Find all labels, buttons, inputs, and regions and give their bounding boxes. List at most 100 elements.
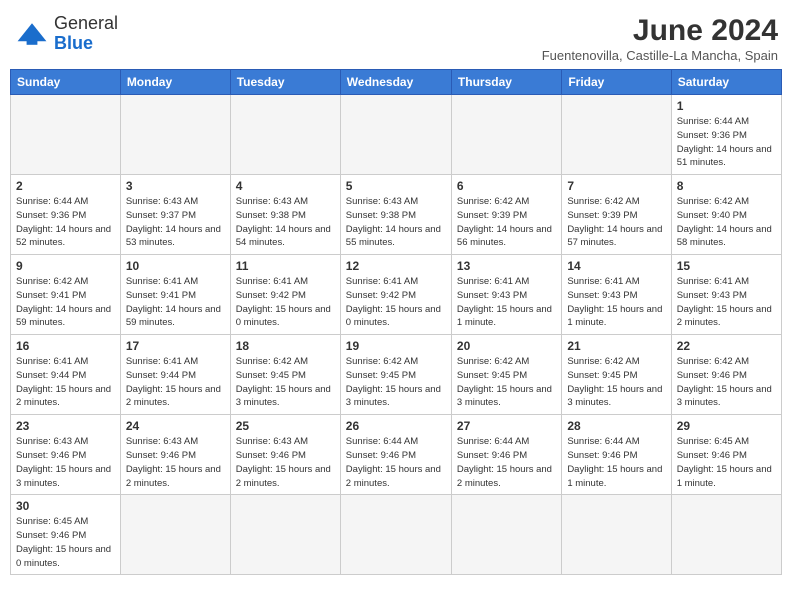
day-cell xyxy=(340,95,451,175)
logo-text: General Blue xyxy=(54,14,118,54)
day-number: 10 xyxy=(126,259,225,273)
day-info: Sunrise: 6:43 AM Sunset: 9:37 PM Dayligh… xyxy=(126,195,225,250)
day-number: 2 xyxy=(16,179,115,193)
day-cell: 22 Sunrise: 6:42 AM Sunset: 9:46 PM Dayli… xyxy=(671,335,781,415)
day-info: Sunrise: 6:42 AM Sunset: 9:45 PM Dayligh… xyxy=(346,355,446,410)
day-cell: 9 Sunrise: 6:42 AM Sunset: 9:41 PM Daylig… xyxy=(11,255,121,335)
day-cell xyxy=(120,95,230,175)
day-cell xyxy=(451,495,561,575)
day-cell: 18Sunrise: 6:42 AM Sunset: 9:45 PM Dayli… xyxy=(230,335,340,415)
day-cell: 4 Sunrise: 6:43 AM Sunset: 9:38 PM Daylig… xyxy=(230,175,340,255)
day-cell xyxy=(451,95,561,175)
day-cell: 28Sunrise: 6:44 AM Sunset: 9:46 PM Dayli… xyxy=(562,415,671,495)
day-info: Sunrise: 6:41 AM Sunset: 9:42 PM Dayligh… xyxy=(236,275,335,330)
day-cell: 8Sunrise: 6:42 AM Sunset: 9:40 PM Daylig… xyxy=(671,175,781,255)
weekday-header-saturday: Saturday xyxy=(671,70,781,95)
day-info: Sunrise: 6:41 AM Sunset: 9:43 PM Dayligh… xyxy=(677,275,776,330)
weekday-header-monday: Monday xyxy=(120,70,230,95)
page-header: General Blue June 2024 Fuentenovilla, Ca… xyxy=(10,10,782,63)
calendar-title: June 2024 xyxy=(542,14,778,48)
day-info: Sunrise: 6:41 AM Sunset: 9:44 PM Dayligh… xyxy=(126,355,225,410)
day-number: 29 xyxy=(677,419,776,433)
day-cell: 10Sunrise: 6:41 AM Sunset: 9:41 PM Dayli… xyxy=(120,255,230,335)
day-cell: 30Sunrise: 6:45 AM Sunset: 9:46 PM Dayli… xyxy=(11,495,121,575)
day-number: 17 xyxy=(126,339,225,353)
day-cell: 5 Sunrise: 6:43 AM Sunset: 9:38 PM Daylig… xyxy=(340,175,451,255)
day-cell: 21 Sunrise: 6:42 AM Sunset: 9:45 PM Dayli… xyxy=(562,335,671,415)
day-number: 19 xyxy=(346,339,446,353)
week-row-3: 9 Sunrise: 6:42 AM Sunset: 9:41 PM Daylig… xyxy=(11,255,782,335)
logo-icon xyxy=(14,16,50,52)
day-info: Sunrise: 6:43 AM Sunset: 9:46 PM Dayligh… xyxy=(126,435,225,490)
day-number: 5 xyxy=(346,179,446,193)
day-number: 11 xyxy=(236,259,335,273)
day-number: 22 xyxy=(677,339,776,353)
day-number: 14 xyxy=(567,259,665,273)
day-info: Sunrise: 6:42 AM Sunset: 9:45 PM Dayligh… xyxy=(567,355,665,410)
day-info: Sunrise: 6:42 AM Sunset: 9:40 PM Dayligh… xyxy=(677,195,776,250)
day-cell: 1 Sunrise: 6:44 AM Sunset: 9:36 PM Daylig… xyxy=(671,95,781,175)
day-number: 23 xyxy=(16,419,115,433)
day-cell xyxy=(230,95,340,175)
day-cell: 15 Sunrise: 6:41 AM Sunset: 9:43 PM Dayli… xyxy=(671,255,781,335)
day-cell xyxy=(120,495,230,575)
week-row-6: 30Sunrise: 6:45 AM Sunset: 9:46 PM Dayli… xyxy=(11,495,782,575)
day-cell: 25 Sunrise: 6:43 AM Sunset: 9:46 PM Dayli… xyxy=(230,415,340,495)
day-number: 13 xyxy=(457,259,556,273)
weekday-header-tuesday: Tuesday xyxy=(230,70,340,95)
day-cell: 23Sunrise: 6:43 AM Sunset: 9:46 PM Dayli… xyxy=(11,415,121,495)
day-info: Sunrise: 6:43 AM Sunset: 9:38 PM Dayligh… xyxy=(236,195,335,250)
day-number: 4 xyxy=(236,179,335,193)
day-cell: 6Sunrise: 6:42 AM Sunset: 9:39 PM Daylig… xyxy=(451,175,561,255)
day-cell: 29 Sunrise: 6:45 AM Sunset: 9:46 PM Dayli… xyxy=(671,415,781,495)
day-number: 12 xyxy=(346,259,446,273)
day-number: 9 xyxy=(16,259,115,273)
day-cell xyxy=(562,95,671,175)
day-cell xyxy=(230,495,340,575)
day-info: Sunrise: 6:44 AM Sunset: 9:36 PM Dayligh… xyxy=(16,195,115,250)
week-row-4: 16 Sunrise: 6:41 AM Sunset: 9:44 PM Dayli… xyxy=(11,335,782,415)
weekday-header-wednesday: Wednesday xyxy=(340,70,451,95)
day-number: 28 xyxy=(567,419,665,433)
day-cell: 13 Sunrise: 6:41 AM Sunset: 9:43 PM Dayli… xyxy=(451,255,561,335)
day-info: Sunrise: 6:44 AM Sunset: 9:46 PM Dayligh… xyxy=(457,435,556,490)
day-number: 24 xyxy=(126,419,225,433)
day-cell: 24 Sunrise: 6:43 AM Sunset: 9:46 PM Dayli… xyxy=(120,415,230,495)
day-cell: 2 Sunrise: 6:44 AM Sunset: 9:36 PM Daylig… xyxy=(11,175,121,255)
weekday-header-friday: Friday xyxy=(562,70,671,95)
day-info: Sunrise: 6:41 AM Sunset: 9:43 PM Dayligh… xyxy=(567,275,665,330)
day-info: Sunrise: 6:42 AM Sunset: 9:45 PM Dayligh… xyxy=(236,355,335,410)
day-cell: 12Sunrise: 6:41 AM Sunset: 9:42 PM Dayli… xyxy=(340,255,451,335)
day-info: Sunrise: 6:43 AM Sunset: 9:38 PM Dayligh… xyxy=(346,195,446,250)
day-number: 16 xyxy=(16,339,115,353)
day-info: Sunrise: 6:41 AM Sunset: 9:43 PM Dayligh… xyxy=(457,275,556,330)
day-cell xyxy=(562,495,671,575)
day-cell xyxy=(671,495,781,575)
weekday-header-thursday: Thursday xyxy=(451,70,561,95)
logo: General Blue xyxy=(14,14,118,54)
day-info: Sunrise: 6:44 AM Sunset: 9:36 PM Dayligh… xyxy=(677,115,776,170)
day-number: 7 xyxy=(567,179,665,193)
day-info: Sunrise: 6:42 AM Sunset: 9:39 PM Dayligh… xyxy=(457,195,556,250)
day-info: Sunrise: 6:42 AM Sunset: 9:46 PM Dayligh… xyxy=(677,355,776,410)
day-info: Sunrise: 6:42 AM Sunset: 9:41 PM Dayligh… xyxy=(16,275,115,330)
day-cell: 16Sunrise: 6:41 AM Sunset: 9:44 PM Dayli… xyxy=(11,335,121,415)
day-number: 3 xyxy=(126,179,225,193)
day-number: 26 xyxy=(346,419,446,433)
day-number: 25 xyxy=(236,419,335,433)
day-info: Sunrise: 6:43 AM Sunset: 9:46 PM Dayligh… xyxy=(236,435,335,490)
day-info: Sunrise: 6:42 AM Sunset: 9:39 PM Dayligh… xyxy=(567,195,665,250)
day-cell: 26 Sunrise: 6:44 AM Sunset: 9:46 PM Dayli… xyxy=(340,415,451,495)
calendar-subtitle: Fuentenovilla, Castille-La Mancha, Spain xyxy=(542,48,778,63)
day-number: 1 xyxy=(677,99,776,113)
weekday-header-row: SundayMondayTuesdayWednesdayThursdayFrid… xyxy=(11,70,782,95)
day-number: 21 xyxy=(567,339,665,353)
title-block: June 2024 Fuentenovilla, Castille-La Man… xyxy=(542,14,778,63)
day-cell: 11 Sunrise: 6:41 AM Sunset: 9:42 PM Dayli… xyxy=(230,255,340,335)
day-number: 30 xyxy=(16,499,115,513)
day-cell: 14 Sunrise: 6:41 AM Sunset: 9:43 PM Dayli… xyxy=(562,255,671,335)
day-info: Sunrise: 6:42 AM Sunset: 9:45 PM Dayligh… xyxy=(457,355,556,410)
day-info: Sunrise: 6:44 AM Sunset: 9:46 PM Dayligh… xyxy=(346,435,446,490)
day-info: Sunrise: 6:45 AM Sunset: 9:46 PM Dayligh… xyxy=(677,435,776,490)
day-number: 15 xyxy=(677,259,776,273)
